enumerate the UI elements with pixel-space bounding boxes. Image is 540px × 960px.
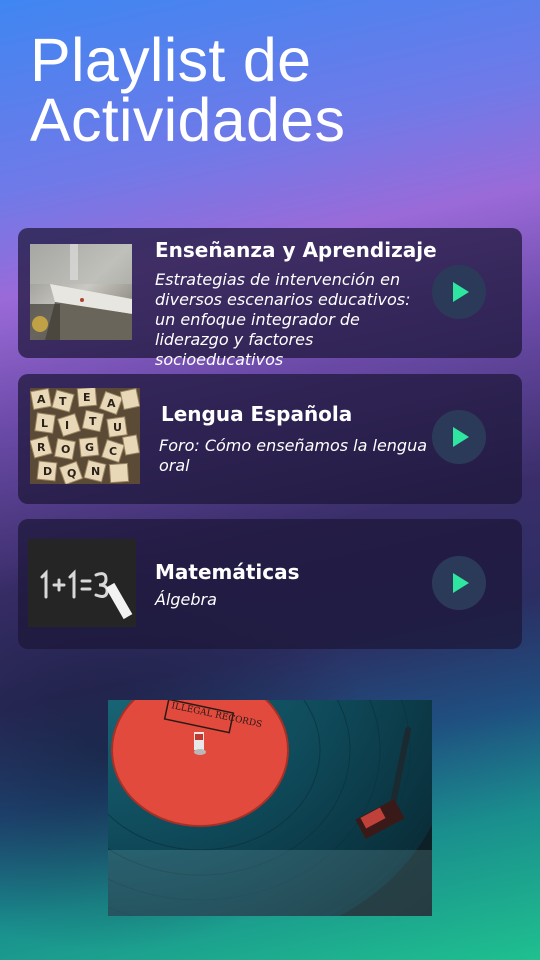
activity-subtitle: Foro: Cómo enseñamos la lengua oral [159,436,428,475]
svg-text:A: A [37,393,46,406]
svg-text:D: D [43,465,52,478]
activity-card-lengua[interactable]: ATE ALI TUR OGC DQN Lengua Española Foro… [18,374,522,504]
activity-title: Enseñanza y Aprendizaje [155,238,437,262]
svg-text:Q: Q [67,467,76,480]
vinyl-record-photo-icon: ILLEGAL RECORDS [108,700,432,916]
letter-tiles-photo-icon: ATE ALI TUR OGC DQN [30,388,140,484]
play-button[interactable] [432,265,486,319]
play-icon [453,427,469,447]
activity-card-ensenanza[interactable]: Enseñanza y Aprendizaje Estrategias de i… [18,228,522,369]
chalkboard-photo-icon [28,539,136,627]
play-button[interactable] [432,556,486,610]
svg-text:O: O [61,443,70,456]
svg-text:U: U [113,421,122,434]
svg-text:C: C [109,445,117,458]
svg-text:R: R [37,441,46,454]
activity-title: Matemáticas [155,560,300,584]
page-title: Playlist de Actividades [30,26,346,154]
activity-title: Lengua Española [161,402,353,426]
svg-text:I: I [65,419,69,432]
svg-text:T: T [89,415,97,428]
play-icon [453,282,469,302]
svg-text:N: N [91,465,100,478]
activity-subtitle: Estrategias de intervención en diversos … [155,270,411,369]
svg-text:E: E [83,391,91,404]
classroom-photo-icon [30,244,132,340]
svg-text:A: A [107,397,116,410]
activity-card-matematicas[interactable]: Matemáticas Álgebra [18,519,522,649]
play-icon [453,573,469,593]
svg-text:T: T [59,395,67,408]
svg-text:G: G [85,441,94,454]
play-button[interactable] [432,410,486,464]
svg-text:L: L [41,417,48,430]
activity-subtitle: Álgebra [155,590,217,609]
